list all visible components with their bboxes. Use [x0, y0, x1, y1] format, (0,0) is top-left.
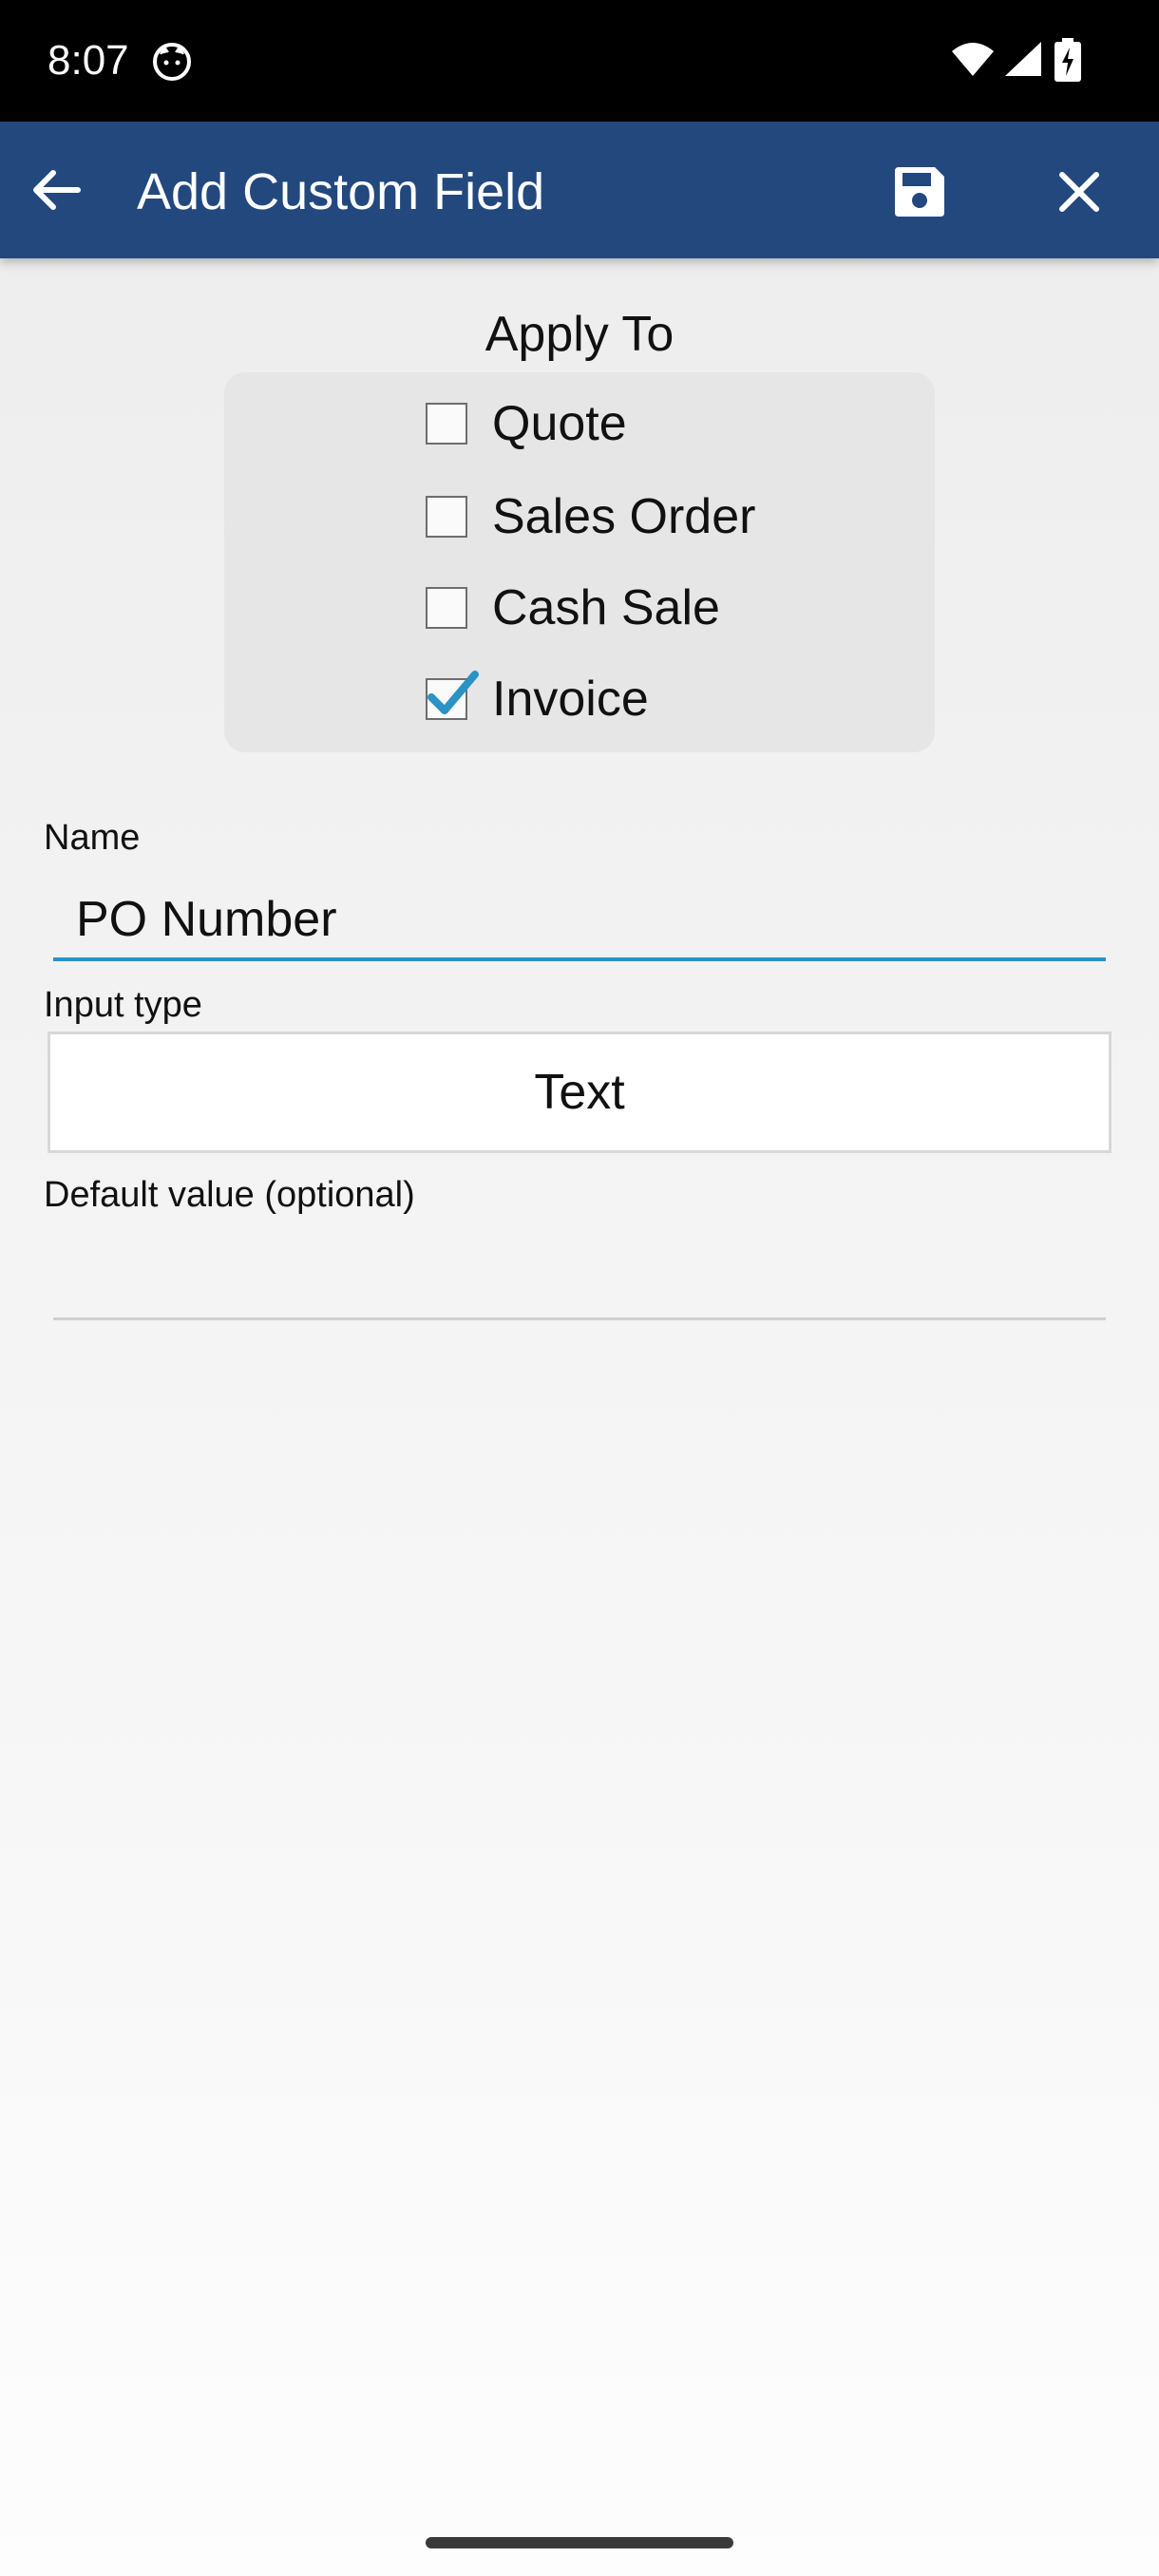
checkmark-icon — [428, 671, 479, 714]
signal-icon — [1005, 42, 1041, 76]
checkbox-sales-order[interactable]: Sales Order — [426, 486, 755, 547]
name-label: Name — [44, 818, 141, 858]
close-icon — [1059, 172, 1099, 212]
checkbox-cash-sale-box[interactable] — [426, 587, 467, 629]
app-bar: Add Custom Field — [0, 122, 1159, 258]
checkbox-cash-sale-label: Cash Sale — [492, 580, 720, 635]
save-icon — [895, 167, 944, 217]
checkbox-invoice-label: Invoice — [492, 672, 649, 727]
close-button[interactable] — [1043, 156, 1115, 228]
checkbox-invoice-box[interactable] — [426, 671, 479, 720]
save-button[interactable] — [884, 156, 956, 228]
checkbox-quote-box[interactable] — [426, 403, 467, 445]
input-type-value: Text — [534, 1065, 625, 1120]
input-type-select[interactable]: Text — [48, 1032, 1112, 1153]
battery-charging-icon — [1054, 38, 1081, 82]
cat-notification-icon — [153, 43, 191, 81]
checkbox-cash-sale[interactable]: Cash Sale — [426, 578, 720, 638]
page-title: Add Custom Field — [137, 163, 545, 220]
status-time: 8:07 — [48, 37, 129, 84]
input-type-label: Input type — [44, 985, 202, 1025]
checkbox-quote-label: Quote — [492, 396, 627, 451]
checkbox-sales-order-label: Sales Order — [492, 489, 756, 544]
checkbox-invoice[interactable]: Invoice — [426, 669, 649, 729]
back-button[interactable] — [25, 158, 89, 222]
back-arrow-icon — [33, 170, 81, 210]
default-value-field[interactable] — [53, 1235, 1106, 1320]
status-bar: 8:07 — [0, 0, 1159, 122]
gesture-nav-handle[interactable] — [426, 2537, 733, 2548]
checkbox-quote[interactable]: Quote — [426, 393, 627, 454]
apply-to-heading: Apply To — [484, 307, 674, 362]
default-value-label: Default value (optional) — [44, 1175, 415, 1215]
checkbox-sales-order-box[interactable] — [426, 496, 467, 538]
name-field[interactable] — [53, 881, 1106, 961]
wifi-icon — [952, 43, 994, 76]
